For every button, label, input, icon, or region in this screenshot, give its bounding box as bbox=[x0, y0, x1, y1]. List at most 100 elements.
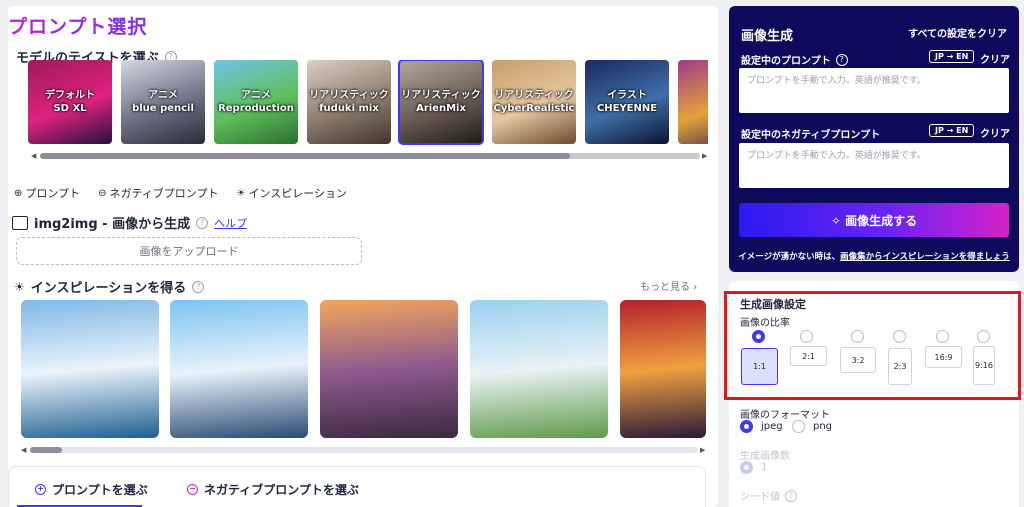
tab-label: ネガティブプロンプト bbox=[109, 187, 219, 200]
help-icon[interactable]: ? bbox=[785, 489, 797, 502]
see-more-link[interactable]: もっと見る › bbox=[640, 278, 697, 293]
ratio-radio-9-16[interactable] bbox=[977, 330, 990, 343]
model-card-cyberrealistic[interactable]: リアリスティック CyberRealistic bbox=[492, 60, 576, 144]
model-label: リアリスティック ArienMix bbox=[401, 90, 481, 114]
img2img-label: img2img - 画像から生成 bbox=[34, 217, 191, 232]
clear-negative-button[interactable]: クリア bbox=[980, 125, 1010, 140]
count-radio[interactable] bbox=[740, 461, 753, 474]
model-label: デフォルト SD XL bbox=[45, 90, 95, 114]
model-label: イラスト CHEYENNE bbox=[596, 90, 658, 114]
image-icon bbox=[12, 215, 28, 230]
tab-label: ネガティブプロンプトを選ぶ bbox=[204, 483, 359, 497]
ratio-option-2-3[interactable]: 2:3 bbox=[888, 348, 912, 385]
tab-prompt[interactable]: ⊕ プロンプト bbox=[14, 185, 80, 201]
inspiration-scrollbar[interactable] bbox=[30, 447, 698, 453]
help-icon[interactable]: ? bbox=[835, 53, 848, 66]
model-card-sdxl[interactable]: デフォルト SD XL bbox=[28, 60, 112, 144]
ratio-radio-1-1[interactable] bbox=[752, 330, 765, 343]
prompt-picker-tabs: + プロンプトを選ぶ − ネガティブプロンプトを選ぶ bbox=[8, 466, 706, 507]
ratio-option-2-1[interactable]: 2:1 bbox=[790, 346, 827, 366]
format-label: 画像のフォーマット bbox=[740, 410, 830, 421]
model-card-reproduction[interactable]: アニメ Reproduction bbox=[214, 60, 298, 144]
seed-label-row: シード値 ? bbox=[740, 488, 797, 503]
scroll-thumb[interactable] bbox=[30, 447, 62, 453]
help-link[interactable]: ヘルプ bbox=[214, 215, 247, 231]
tab-label: プロンプトを選ぶ bbox=[52, 483, 148, 497]
model-card-fuduki-mix[interactable]: リアリスティック fuduki mix bbox=[307, 60, 391, 144]
tab-label: プロンプト bbox=[25, 187, 81, 200]
page-title: プロンプト選択 bbox=[8, 12, 147, 39]
format-option-png[interactable]: png bbox=[813, 421, 832, 432]
translate-prompt-button[interactable]: JP → EN bbox=[929, 50, 975, 63]
count-value[interactable]: 1 bbox=[761, 462, 767, 473]
plus-circle-icon: ⊕ bbox=[14, 187, 23, 199]
tab-inspiration[interactable]: ☀ インスピレーション bbox=[236, 185, 347, 201]
lightbulb-icon: ☀ bbox=[14, 279, 25, 294]
model-card-cheyenne[interactable]: イラスト CHEYENNE bbox=[585, 60, 669, 144]
negative-prompt-label: 設定中のネガティブプロンプト bbox=[741, 126, 880, 141]
scroll-left-icon[interactable]: ◀ bbox=[21, 446, 26, 454]
model-label: アニメ blue pencil bbox=[132, 90, 194, 114]
ratio-option-9-16[interactable]: 9:16 bbox=[973, 346, 995, 385]
ratio-option-1-1[interactable]: 1:1 bbox=[741, 348, 778, 385]
tab-choose-prompt[interactable]: + プロンプトを選ぶ bbox=[35, 481, 148, 498]
negative-prompt-input[interactable]: プロンプトを手動で入力。英語が推奨です。 bbox=[739, 143, 1009, 188]
scroll-right-icon[interactable]: ▶ bbox=[700, 446, 705, 454]
model-label: アニメ Reproduction bbox=[218, 90, 294, 114]
help-icon[interactable]: ? bbox=[196, 216, 209, 229]
ratio-radio-2-1[interactable] bbox=[800, 330, 813, 343]
model-scrollbar[interactable] bbox=[40, 153, 700, 159]
scroll-left-icon[interactable]: ◀ bbox=[31, 152, 36, 160]
tab-negative-prompt[interactable]: ⊖ ネガティブプロンプト bbox=[98, 185, 218, 201]
inspiration-note: イメージが湧かない時は、画像集からインスピレーションを得ましょう bbox=[729, 250, 1019, 262]
generate-title: 画像生成 bbox=[741, 29, 794, 44]
inspiration-label: インスピレーションを得る bbox=[30, 281, 187, 296]
note-text: イメージが湧かない時は、 bbox=[738, 252, 841, 262]
inspiration-image-white-hat-girl[interactable] bbox=[470, 300, 608, 438]
model-card-pixel[interactable]: ピクP bbox=[678, 60, 708, 144]
format-radio-jpeg[interactable] bbox=[740, 420, 753, 433]
format-radio-png[interactable] bbox=[792, 420, 805, 433]
lightbulb-icon: ☀ bbox=[236, 187, 246, 199]
scroll-thumb[interactable] bbox=[40, 153, 570, 159]
inspiration-image-lantern-market[interactable] bbox=[620, 300, 706, 438]
plus-circle-icon: + bbox=[35, 484, 46, 495]
ratio-radio-2-3[interactable] bbox=[893, 330, 906, 343]
ratio-radio-3-2[interactable] bbox=[851, 330, 864, 343]
inspiration-image-sunset-beach[interactable] bbox=[320, 300, 458, 438]
tab-choose-negative-prompt[interactable]: − ネガティブプロンプトを選ぶ bbox=[187, 481, 359, 498]
clear-prompt-button[interactable]: クリア bbox=[980, 51, 1010, 66]
inspiration-image-beach-girl[interactable] bbox=[170, 300, 308, 438]
clear-all-settings-button[interactable]: すべての設定をクリア bbox=[908, 25, 1007, 40]
ratio-option-16-9[interactable]: 16:9 bbox=[925, 346, 962, 368]
model-card-blue-pencil[interactable]: アニメ blue pencil bbox=[121, 60, 205, 144]
scroll-right-icon[interactable]: ▶ bbox=[702, 152, 707, 160]
minus-circle-icon: ⊖ bbox=[98, 187, 107, 199]
settings-title: 生成画像設定 bbox=[740, 298, 806, 311]
generate-image-button[interactable]: ✧ 画像生成する bbox=[739, 203, 1009, 237]
prompt-label-text: 設定中のプロンプト bbox=[741, 56, 831, 67]
model-carousel: デフォルト SD XL アニメ blue pencil アニメ Reproductio… bbox=[18, 60, 708, 148]
gallery-link[interactable]: 画像集からインスピレーションを得ましょう bbox=[840, 252, 1010, 262]
model-label: リアリスティック fuduki mix bbox=[309, 90, 389, 114]
prompt-label: 設定中のプロンプト ? bbox=[741, 52, 848, 67]
model-card-arienmix[interactable]: リアリスティック ArienMix bbox=[398, 60, 484, 145]
help-icon[interactable]: ? bbox=[192, 280, 205, 293]
translate-negative-button[interactable]: JP → EN bbox=[929, 124, 975, 137]
prompt-input[interactable]: プロンプトを手動で入力。英語が推奨です。 bbox=[739, 68, 1009, 113]
model-label: リアリスティック CyberRealistic bbox=[493, 90, 575, 114]
img2img-section-title: img2img - 画像から生成 ? ヘルプ bbox=[12, 213, 247, 232]
image-upload-dropzone[interactable]: 画像をアップロード bbox=[16, 237, 362, 265]
ratio-option-3-2[interactable]: 3:2 bbox=[840, 347, 876, 373]
inspiration-section-title: ☀ インスピレーションを得る ? bbox=[14, 277, 205, 296]
format-option-jpeg[interactable]: jpeg bbox=[761, 421, 783, 432]
inspiration-image-snowboarder[interactable] bbox=[21, 300, 159, 438]
negative-label-text: 設定中のネガティブプロンプト bbox=[741, 130, 881, 141]
ratio-radio-16-9[interactable] bbox=[936, 330, 949, 343]
tab-label: インスピレーション bbox=[248, 187, 347, 200]
generate-panel: 画像生成 すべての設定をクリア 設定中のプロンプト ? JP → EN クリア … bbox=[729, 6, 1019, 272]
seed-label: シード値 bbox=[740, 492, 780, 503]
count-label: 生成画像数 bbox=[740, 451, 790, 462]
minus-circle-icon: − bbox=[187, 484, 198, 495]
ratio-label: 画像の比率 bbox=[740, 318, 790, 329]
